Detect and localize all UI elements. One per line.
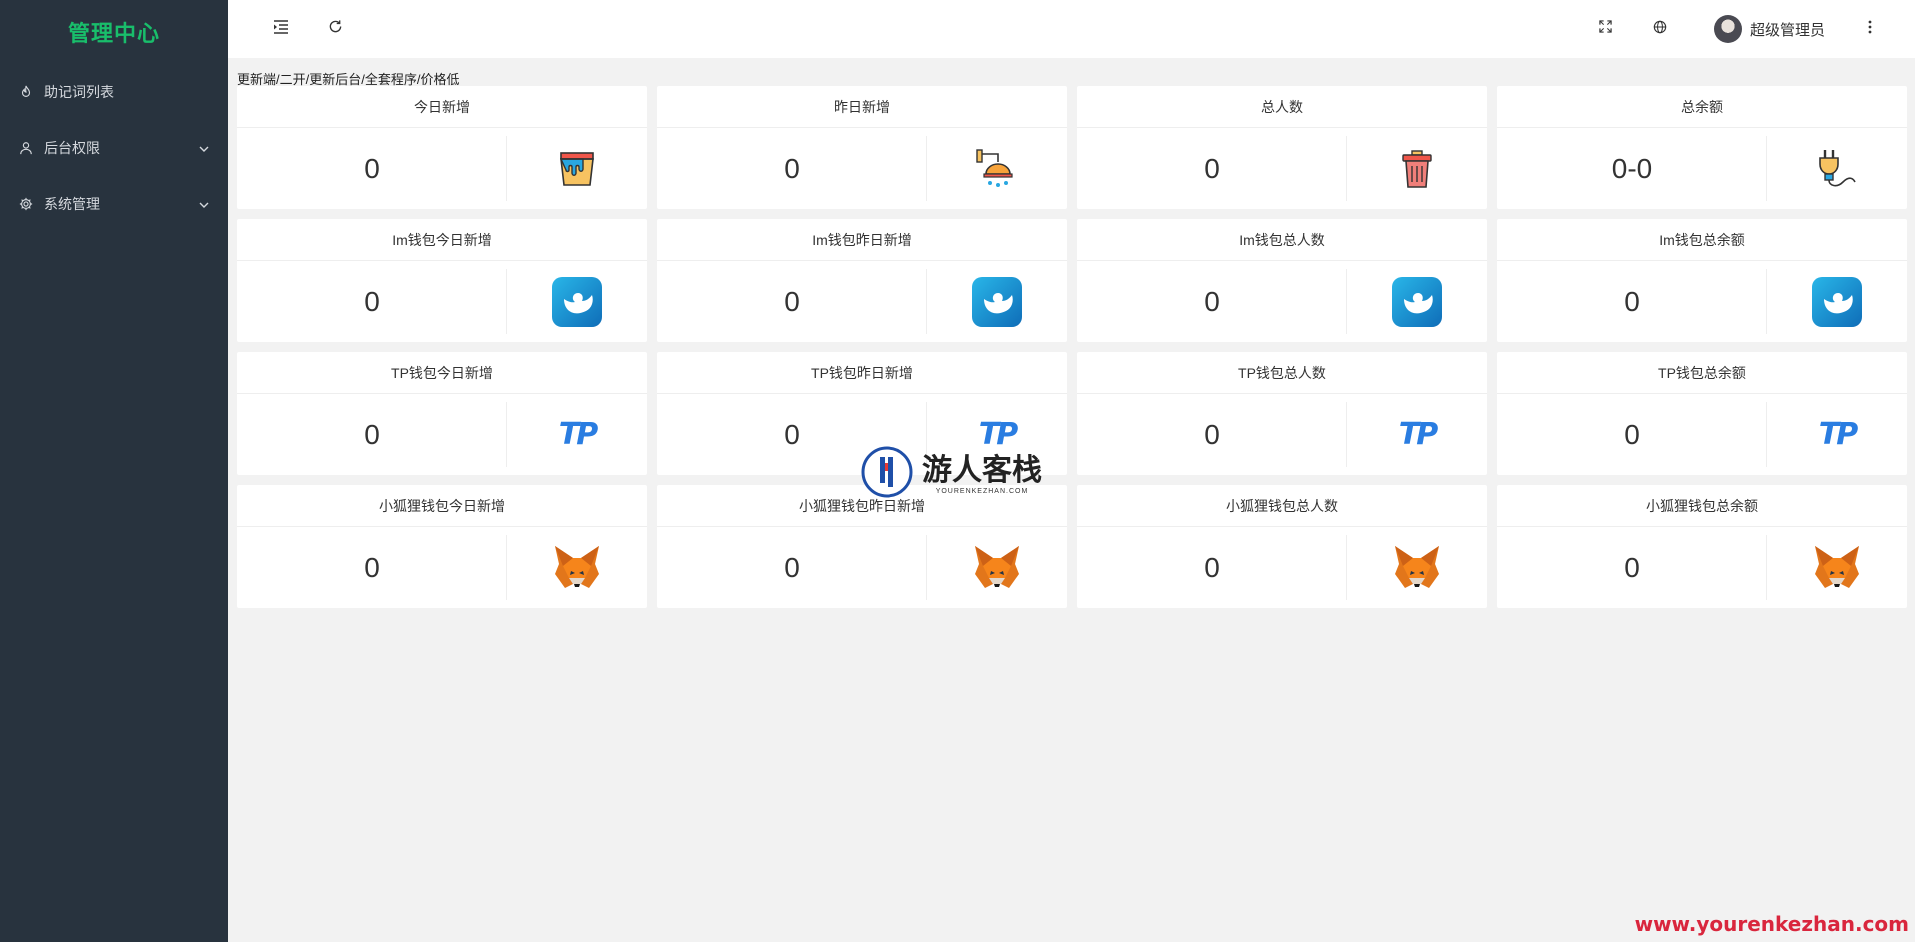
card-value: 0 — [1624, 285, 1640, 317]
user-name: 超级管理员 — [1749, 21, 1825, 39]
stat-card-tp-total-users: TP钱包总人数 0 TP — [1077, 352, 1487, 475]
imtoken-icon — [927, 261, 1067, 342]
sidebar: 管理中心 助记词列表 后台权限 系统管理 — [0, 0, 228, 942]
stat-card-im-yesterday-new: Im钱包昨日新增 0 — [657, 219, 1067, 342]
fullscreen-icon — [1598, 20, 1612, 38]
card-title: TP钱包总余额 — [1497, 352, 1907, 394]
card-title: 小狐狸钱包总余额 — [1497, 485, 1907, 527]
watermark-en: YOURENKEZHAN.COM — [935, 488, 1029, 495]
card-value: 0 — [784, 285, 800, 317]
card-title: Im钱包总人数 — [1077, 219, 1487, 261]
globe-icon — [1653, 20, 1667, 39]
watermark-logo: 游人客栈 YOURENKEZHAN.COM — [860, 445, 1042, 504]
metamask-fox-icon — [1767, 527, 1907, 608]
tp-icon: TP — [1398, 417, 1438, 452]
metamask-fox-icon — [1347, 527, 1487, 608]
card-title: 总人数 — [1077, 86, 1487, 128]
card-title: Im钱包总余额 — [1497, 219, 1907, 261]
stat-card-total-balance: 总余额 0-0 — [1497, 86, 1907, 209]
stat-card-im-today-new: Im钱包今日新增 0 — [237, 219, 647, 342]
card-value: 0 — [784, 551, 800, 583]
card-title: TP钱包今日新增 — [237, 352, 647, 394]
chevron-down-icon — [198, 198, 210, 210]
more-vertical-icon — [1868, 20, 1872, 39]
top-header: 超级管理员 — [228, 0, 1915, 58]
card-title: TP钱包总人数 — [1077, 352, 1487, 394]
card-title: 总余额 — [1497, 86, 1907, 128]
card-title: Im钱包今日新增 — [237, 219, 647, 261]
stat-card-fox-total-users: 小狐狸钱包总人数 0 — [1077, 485, 1487, 608]
stat-card-fox-today-new: 小狐狸钱包今日新增 0 — [237, 485, 647, 608]
stat-card-total-users: 总人数 0 — [1077, 86, 1487, 209]
stat-card-tp-today-new: TP钱包今日新增 0 TP — [237, 352, 647, 475]
sidebar-item-label: 系统管理 — [44, 196, 100, 212]
metamask-fox-icon — [927, 527, 1067, 608]
menu-fold-icon — [273, 19, 289, 39]
card-value: 0 — [1204, 551, 1220, 583]
sidebar-item-system-management[interactable]: 系统管理 — [0, 176, 228, 232]
watermark-emblem-icon — [860, 445, 914, 504]
fire-icon — [18, 84, 34, 100]
metamask-fox-icon — [507, 527, 647, 608]
sidebar-item-label: 后台权限 — [44, 140, 100, 156]
stat-card-im-total-balance: Im钱包总余额 0 — [1497, 219, 1907, 342]
sidebar-item-label: 助记词列表 — [44, 84, 114, 100]
stat-card-fox-total-balance: 小狐狸钱包总余额 0 — [1497, 485, 1907, 608]
card-title: Im钱包昨日新增 — [657, 219, 1067, 261]
brand-title: 管理中心 — [67, 21, 160, 46]
shower-icon — [927, 128, 1067, 209]
avatar — [1713, 15, 1742, 43]
card-title: 今日新增 — [237, 86, 647, 128]
card-value: 0 — [1624, 551, 1640, 583]
card-value: 0 — [364, 285, 380, 317]
language-button[interactable] — [1646, 15, 1674, 43]
plug-icon — [1767, 128, 1907, 209]
gear-icon — [18, 196, 34, 212]
menu-collapse-button[interactable] — [267, 15, 295, 43]
tp-icon: TP — [1818, 417, 1858, 452]
imtoken-icon — [1767, 261, 1907, 342]
card-value: 0 — [1624, 418, 1640, 450]
sidebar-item-admin-permissions[interactable]: 后台权限 — [0, 120, 228, 176]
imtoken-icon — [1347, 261, 1487, 342]
card-value: 0 — [364, 152, 380, 184]
watermark-cn: 游人客栈 — [922, 453, 1042, 488]
more-options-button[interactable] — [1856, 15, 1884, 43]
refresh-icon — [328, 19, 343, 39]
imtoken-icon — [507, 261, 647, 342]
card-value: 0 — [1204, 285, 1220, 317]
card-value: 0 — [1204, 418, 1220, 450]
card-title: 小狐狸钱包总人数 — [1077, 485, 1487, 527]
refresh-button[interactable] — [321, 15, 349, 43]
card-title: TP钱包昨日新增 — [657, 352, 1067, 394]
paint-bucket-icon — [507, 128, 647, 209]
fullscreen-button[interactable] — [1591, 15, 1619, 43]
user-menu[interactable]: 超级管理员 — [1713, 14, 1825, 44]
card-value: 0 — [364, 418, 380, 450]
stat-card-yesterday-new: 昨日新增 0 — [657, 86, 1067, 209]
watermark-url: www.yourenkezhan.com — [1634, 912, 1909, 936]
user-icon — [18, 140, 34, 156]
sidebar-item-mnemonic-list[interactable]: 助记词列表 — [0, 64, 228, 120]
stat-card-im-total-users: Im钱包总人数 0 — [1077, 219, 1487, 342]
stat-card-tp-total-balance: TP钱包总余额 0 TP — [1497, 352, 1907, 475]
card-title: 小狐狸钱包今日新增 — [237, 485, 647, 527]
card-value: 0-0 — [1611, 152, 1653, 184]
stat-card-today-new: 今日新增 0 — [237, 86, 647, 209]
tp-icon: TP — [558, 417, 598, 452]
card-value: 0 — [1204, 152, 1220, 184]
chevron-down-icon — [198, 142, 210, 154]
trash-can-icon — [1347, 128, 1487, 209]
card-value: 0 — [364, 551, 380, 583]
card-value: 0 — [784, 152, 800, 184]
card-title: 昨日新增 — [657, 86, 1067, 128]
